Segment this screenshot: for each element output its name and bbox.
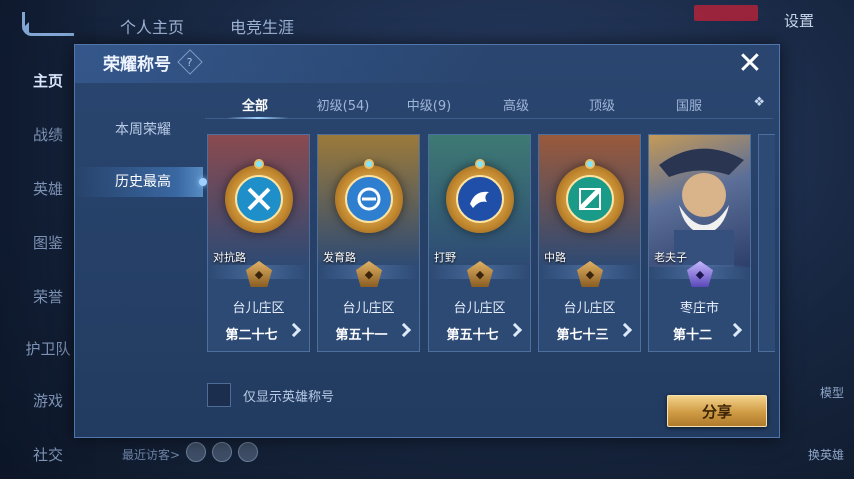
card-title-label: 发育路 bbox=[323, 251, 356, 264]
title-card[interactable]: 打野 ◆ 台儿庄区 第五十七 bbox=[428, 134, 531, 352]
card-title-label: 打野 bbox=[434, 251, 456, 264]
slash-sword-icon bbox=[566, 175, 614, 223]
model-button[interactable]: 模型 bbox=[820, 384, 844, 401]
more-tabs-icon[interactable]: ❖ bbox=[753, 95, 765, 110]
tab-esports-career[interactable]: 电竞生涯 bbox=[230, 14, 294, 38]
settings-button[interactable]: 设置 bbox=[784, 10, 814, 31]
tab-intermediate[interactable]: 中级(9) bbox=[407, 95, 451, 114]
title-card[interactable]: 中路 ◆ 台儿庄区 第七十三 bbox=[538, 134, 641, 352]
gem-icon bbox=[585, 159, 595, 169]
dialog-title: 荣耀称号 bbox=[103, 55, 171, 75]
tab-beginner[interactable]: 初级(54) bbox=[317, 95, 370, 114]
tab-national[interactable]: 国服 bbox=[676, 95, 702, 114]
tab-top[interactable]: 顶级 bbox=[589, 95, 615, 114]
bow-target-icon bbox=[345, 175, 393, 223]
hero-portrait bbox=[649, 135, 750, 267]
title-card[interactable]: 对抗路 ◆ 台儿庄区 第二十七 bbox=[207, 134, 310, 352]
recent-visitors-link[interactable]: 最近访客> bbox=[122, 446, 180, 463]
card-region: 台儿庄区 bbox=[563, 301, 616, 316]
gem-icon bbox=[475, 159, 485, 169]
back-arrow-icon[interactable] bbox=[22, 12, 74, 36]
menu-item-social[interactable]: 社交 bbox=[0, 444, 96, 465]
title-card[interactable]: 发育路 ◆ 台儿庄区 第五十一 bbox=[317, 134, 420, 352]
medal-icon bbox=[335, 159, 403, 233]
checkbox-label: 仅显示英雄称号 bbox=[243, 390, 335, 405]
card-region: 台儿庄区 bbox=[453, 301, 506, 316]
share-button[interactable]: 分享 bbox=[667, 395, 767, 427]
notification-badge bbox=[694, 5, 758, 21]
sword-crossed-icon bbox=[235, 175, 283, 223]
title-card-list: 对抗路 ◆ 台儿庄区 第二十七 发育路 ◆ 台儿庄区 第五十一 打野 ◆ 台儿庄… bbox=[207, 134, 775, 352]
honor-title-dialog: 荣耀称号 ? ✕ 本周荣耀 历史最高 全部 初级(54) 中级(9) 高级 顶级… bbox=[74, 44, 780, 438]
change-hero-button[interactable]: 换英雄 bbox=[808, 446, 844, 463]
close-icon[interactable]: ✕ bbox=[735, 49, 765, 79]
tab-profile-home[interactable]: 个人主页 bbox=[120, 14, 184, 38]
avatar[interactable] bbox=[212, 442, 232, 462]
side-tab-weekly-honor[interactable]: 本周荣耀 bbox=[75, 115, 203, 145]
tab-all[interactable]: 全部 bbox=[242, 95, 268, 114]
card-title-label: 老夫子 bbox=[654, 251, 687, 264]
tab-advanced[interactable]: 高级 bbox=[503, 95, 529, 114]
avatar[interactable] bbox=[186, 442, 206, 462]
side-tab-history-best[interactable]: 历史最高 bbox=[75, 167, 207, 197]
medal-icon bbox=[556, 159, 624, 233]
card-region: 台儿庄区 bbox=[342, 301, 395, 316]
medal-icon bbox=[446, 159, 514, 233]
card-region: 台儿庄区 bbox=[232, 301, 285, 316]
card-region: 枣庄市 bbox=[679, 301, 719, 316]
card-title-label: 对抗路 bbox=[213, 251, 246, 264]
wolf-head-icon bbox=[456, 175, 504, 223]
category-tabs: 全部 初级(54) 中级(9) 高级 顶级 国服 ❖ bbox=[205, 91, 773, 119]
avatar[interactable] bbox=[238, 442, 258, 462]
medal-icon bbox=[225, 159, 293, 233]
title-card-partial[interactable] bbox=[758, 134, 775, 352]
card-title-label: 中路 bbox=[544, 251, 566, 264]
active-tab-indicator bbox=[227, 117, 289, 119]
gem-icon bbox=[364, 159, 374, 169]
gem-icon bbox=[254, 159, 264, 169]
hero-titles-only-checkbox[interactable] bbox=[207, 383, 231, 407]
title-card[interactable]: 老夫子 ◆ 枣庄市 第十二 bbox=[648, 134, 751, 352]
visitor-avatars bbox=[186, 442, 258, 462]
